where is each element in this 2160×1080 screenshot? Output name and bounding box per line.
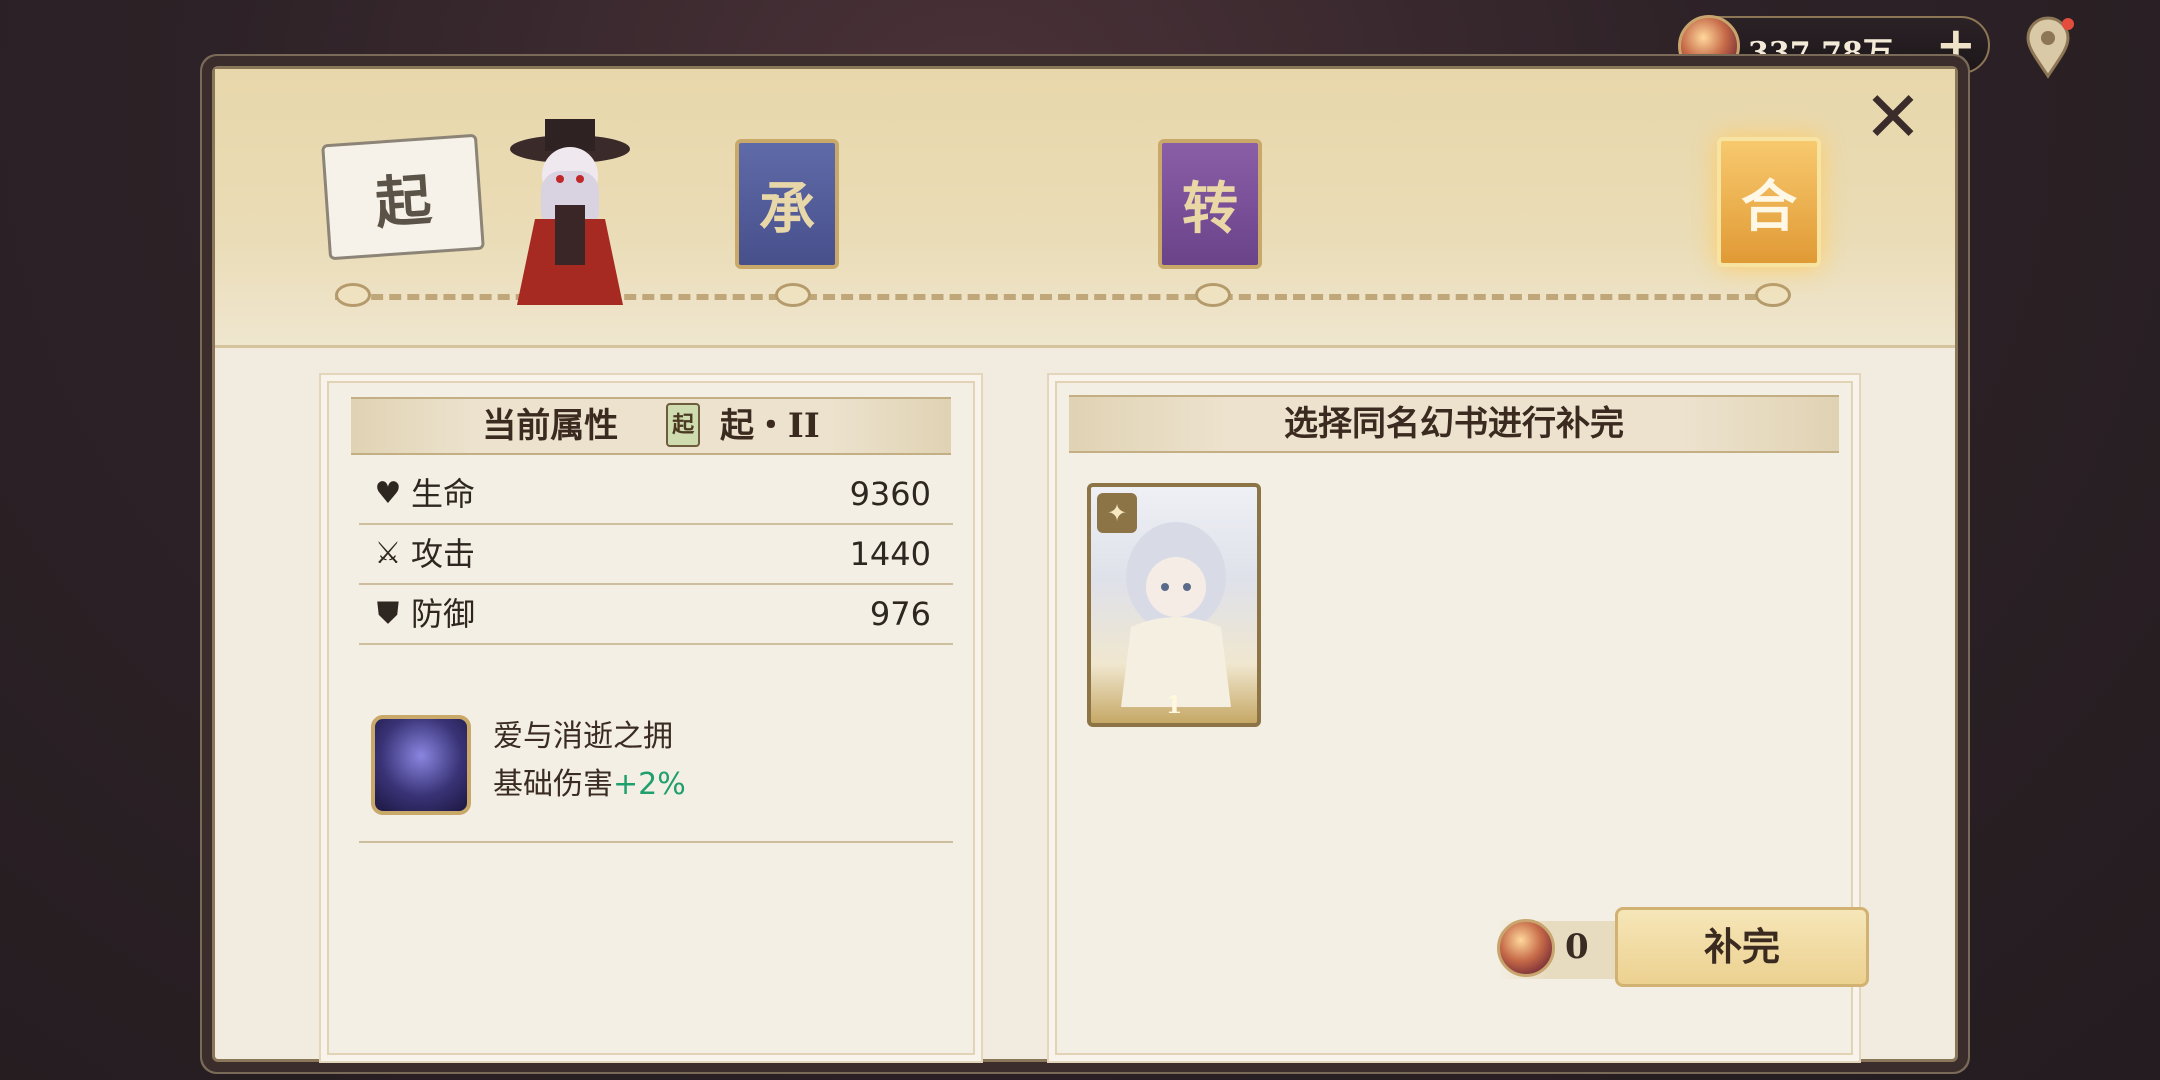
stat-value: 9360 [849, 475, 931, 513]
stat-row-hp: ♥ 生命 9360 [359, 465, 953, 525]
attributes-header: 当前属性 起 起・II [351, 397, 951, 455]
skill-icon[interactable] [371, 715, 471, 815]
cost-value: 0 [1565, 927, 1589, 967]
attributes-title: 当前属性 [482, 406, 619, 446]
stage-book-zhuan[interactable]: 转 [1158, 139, 1262, 269]
level-label: 起・II [719, 406, 820, 446]
close-button[interactable]: ✕ [1855, 79, 1931, 155]
coin-icon [1497, 919, 1555, 977]
skill-bonus-value: +2% [613, 767, 686, 802]
stat-label: 防御 [411, 595, 476, 633]
skill-desc-text: 基础伤害 [493, 767, 613, 802]
card-portrait [1121, 522, 1231, 707]
card-count: 1 [1165, 690, 1183, 719]
add-currency-button[interactable]: + [1936, 20, 1976, 70]
skill-description: 基础伤害+2% [493, 759, 686, 803]
stat-value: 1440 [849, 535, 931, 573]
shield-icon: ⛊ [376, 596, 400, 631]
complete-button[interactable]: 补完 [1615, 907, 1869, 987]
track-node [1755, 283, 1791, 307]
stage-book-cheng[interactable]: 承 [735, 139, 839, 269]
stat-label: 攻击 [411, 535, 476, 573]
track-node [775, 283, 811, 307]
upgrade-panel: 起 承 转 合 ✕ 当前属性 起 起・II ♥ 生命 9360 ⚔ 攻击 144… [212, 66, 1958, 1063]
divider [359, 841, 953, 843]
book-card[interactable]: ✦ 1 [1087, 483, 1261, 727]
character-chibi [510, 119, 630, 305]
attributes-panel: 当前属性 起 起・II ♥ 生命 9360 ⚔ 攻击 1440 ⛊ 防御 976… [319, 373, 983, 1063]
stat-row-defense: ⛊ 防御 976 [359, 585, 953, 645]
track-node [1195, 283, 1231, 307]
cost-display: 0 [1497, 919, 1623, 979]
track-node [335, 283, 371, 307]
sword-icon: ⚔ [374, 536, 402, 571]
heart-icon: ♥ [374, 476, 402, 511]
stat-value: 976 [869, 595, 931, 633]
stage-book-qi[interactable]: 起 [321, 133, 485, 261]
skill-name: 爱与消逝之拥 [493, 719, 673, 754]
selection-header: 选择同名幻书进行补完 [1069, 395, 1839, 453]
level-icon: 起 [666, 403, 701, 447]
selection-panel: 选择同名幻书进行补完 ✦ 1 0 补完 [1047, 373, 1869, 1063]
stage-progress-banner: 起 承 转 合 ✕ [215, 69, 1955, 348]
stat-row-attack: ⚔ 攻击 1440 [359, 525, 953, 585]
stage-book-he[interactable]: 合 [1717, 137, 1821, 267]
stat-label: 生命 [411, 475, 476, 513]
map-pin-icon[interactable] [2020, 14, 2080, 80]
